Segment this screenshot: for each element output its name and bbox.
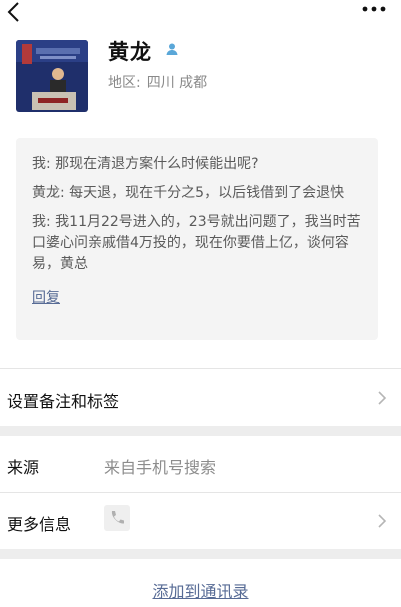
chevron-left-icon[interactable] <box>4 0 26 24</box>
avatar-photo <box>16 40 88 112</box>
more-horizontal-icon[interactable] <box>361 2 387 16</box>
moment-card: 我: 那现在清退方案什么时候能出呢? 黄龙: 每天退，现在千分之5，以后钱借到了… <box>16 138 378 340</box>
phone-icon <box>104 505 130 531</box>
reply-link[interactable]: 回复 <box>32 287 60 307</box>
divider <box>0 368 401 369</box>
message-3: 我: 我11月22号进入的，23号就出问题了，我当时苦口婆心问亲戚借4万投的，现… <box>32 214 361 272</box>
source-value: 来自手机号搜索 <box>104 458 217 477</box>
profile-name: 黄龙 <box>108 40 152 64</box>
source-label: 来源 <box>7 458 40 477</box>
section-separator <box>0 549 401 559</box>
region-label: 地区: <box>108 75 141 91</box>
avatar[interactable] <box>16 40 88 112</box>
region-line: 地区: 四川 成都 <box>108 72 207 92</box>
top-bar <box>0 0 401 26</box>
chevron-right-icon <box>378 391 387 405</box>
remark-tags-label: 设置备注和标签 <box>7 392 120 411</box>
section-separator <box>0 426 401 436</box>
more-info-row[interactable]: 更多信息 <box>0 493 401 549</box>
more-info-label: 更多信息 <box>7 515 72 534</box>
remark-tags-row[interactable]: 设置备注和标签 <box>0 370 401 426</box>
region-value: 四川 成都 <box>146 75 208 91</box>
user-badge-icon <box>166 43 178 55</box>
chevron-right-icon <box>378 514 387 528</box>
source-row: 来源 来自手机号搜索 <box>0 436 401 492</box>
message-1: 我: 那现在清退方案什么时候能出呢? <box>32 156 259 172</box>
message-2: 黄龙: 每天退，现在千分之5，以后钱借到了会退快 <box>32 185 345 201</box>
add-to-contacts-button[interactable]: 添加到通讯录 <box>0 578 401 602</box>
